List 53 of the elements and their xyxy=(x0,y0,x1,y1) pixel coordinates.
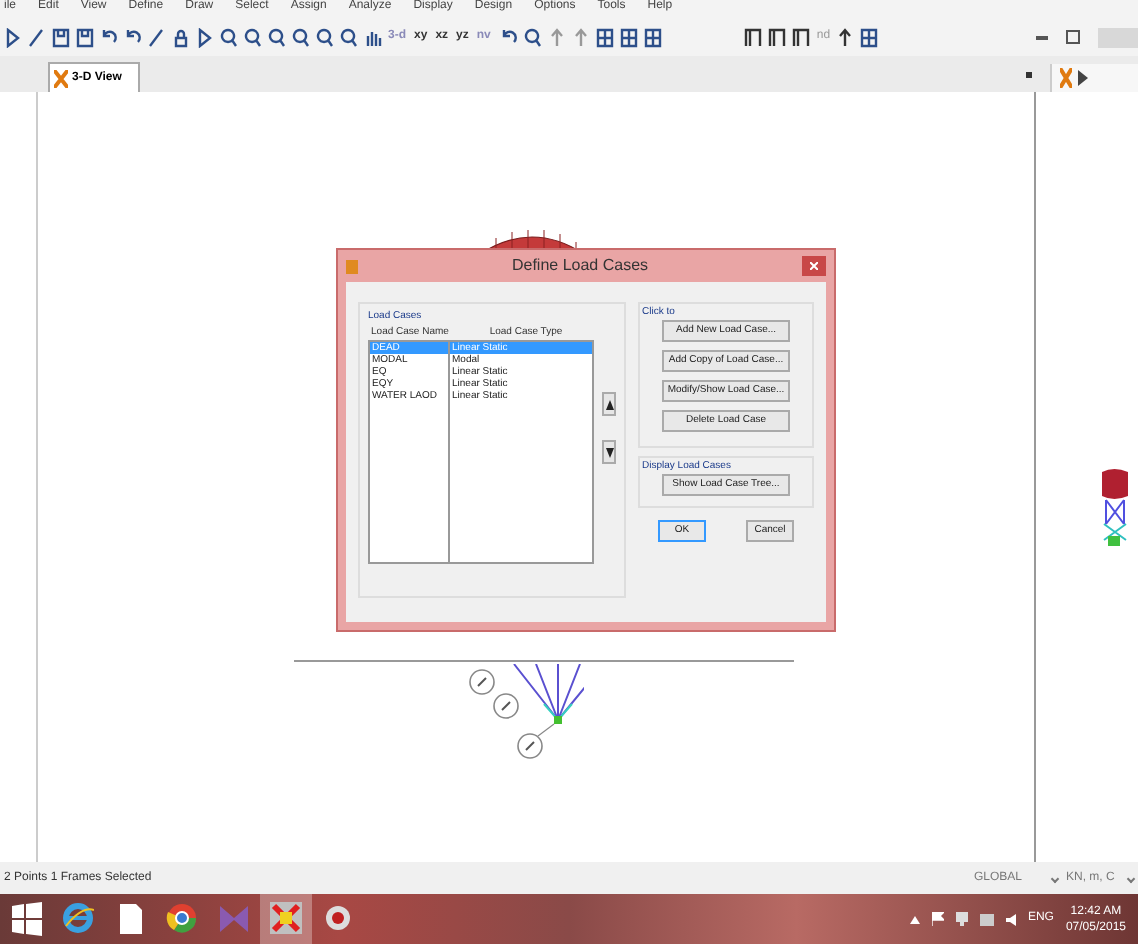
zoom-icon[interactable] xyxy=(524,27,543,47)
pencil-icon[interactable] xyxy=(148,27,166,47)
frame-icon[interactable] xyxy=(744,27,763,47)
arrow-icon[interactable] xyxy=(836,27,855,47)
pointer-icon[interactable] xyxy=(4,27,22,47)
save-icon[interactable] xyxy=(52,27,70,47)
browser-icon[interactable] xyxy=(62,902,94,936)
battery-icon[interactable] xyxy=(979,913,994,925)
caret-icon xyxy=(1126,873,1136,883)
grid-icon[interactable] xyxy=(620,27,639,47)
start-icon[interactable] xyxy=(10,902,42,936)
zoom-icon[interactable] xyxy=(268,27,286,47)
move-up-button[interactable] xyxy=(602,392,616,416)
pointer-icon[interactable] xyxy=(196,27,214,47)
undo-icon[interactable] xyxy=(124,27,142,47)
minimize-icon[interactable] xyxy=(1036,35,1048,39)
zoom-icon[interactable] xyxy=(220,27,238,47)
x-logo-icon xyxy=(1060,68,1072,88)
document-icon[interactable] xyxy=(114,902,146,936)
scroll-arrow-icon[interactable] xyxy=(1078,70,1090,86)
undo-icon[interactable] xyxy=(500,27,519,47)
zoom-icon[interactable] xyxy=(340,27,358,47)
x-logo-icon xyxy=(54,69,68,87)
x-logo-icon[interactable] xyxy=(270,902,302,936)
up-arrow-icon[interactable] xyxy=(909,915,920,923)
dialog-title: Define Load Cases xyxy=(509,254,651,278)
up-arrow-icon xyxy=(605,399,613,409)
move-down-button[interactable] xyxy=(602,440,616,464)
grid-icon[interactable] xyxy=(596,27,615,47)
app-logo-icon xyxy=(346,259,358,273)
close-button[interactable] xyxy=(802,256,826,276)
tank-model-drawing xyxy=(1100,468,1130,548)
tab[interactable] xyxy=(1050,64,1138,92)
frame-icon[interactable] xyxy=(768,27,787,47)
undo-icon[interactable] xyxy=(100,27,118,47)
restore-icon[interactable] xyxy=(1066,30,1080,44)
zoom-icon[interactable] xyxy=(244,27,262,47)
grid-icon[interactable] xyxy=(644,27,663,47)
flag-icon[interactable] xyxy=(931,912,944,926)
grid-icon[interactable] xyxy=(860,27,879,47)
browser-icon[interactable] xyxy=(166,902,198,936)
speaker-icon[interactable] xyxy=(1005,913,1016,925)
tower-legs-drawing xyxy=(464,664,584,764)
caret-icon xyxy=(1050,873,1060,883)
zoom-icon[interactable] xyxy=(292,27,310,47)
frame-icon[interactable] xyxy=(792,27,811,47)
save-icon[interactable] xyxy=(76,27,94,47)
down-arrow-icon xyxy=(605,447,613,457)
lock-icon[interactable] xyxy=(172,27,190,47)
pencil-icon[interactable] xyxy=(28,27,46,47)
network-icon[interactable] xyxy=(955,912,968,926)
camera-icon[interactable] xyxy=(322,902,354,936)
zoom-icon[interactable] xyxy=(316,27,334,47)
